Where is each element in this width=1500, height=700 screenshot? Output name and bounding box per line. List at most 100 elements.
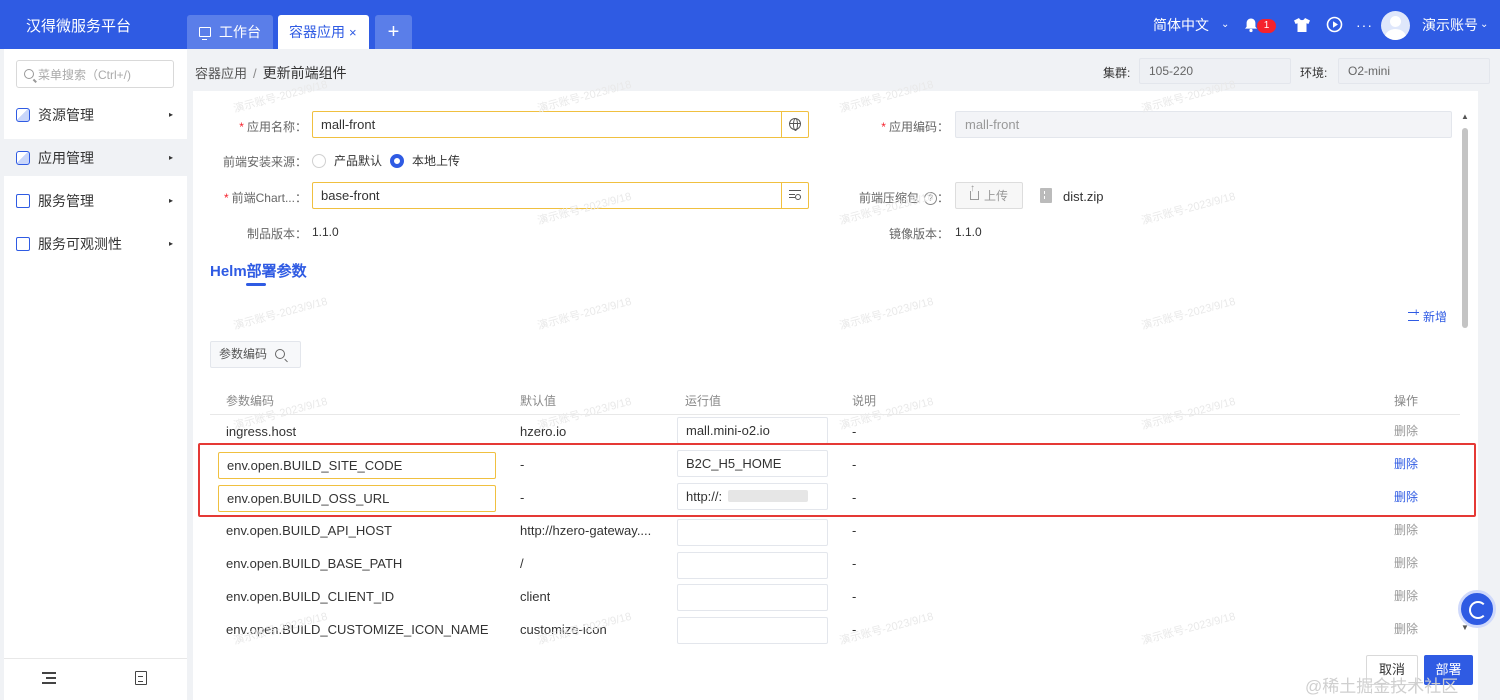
- param-code-input[interactable]: env.open.BUILD_OSS_URL: [218, 485, 496, 512]
- radio-product-default[interactable]: 产品默认: [312, 152, 382, 169]
- app-code-label: * 应用编码：: [881, 120, 949, 134]
- delete-button[interactable]: 删除: [1394, 547, 1418, 580]
- param-default: customize-icon: [520, 622, 607, 637]
- uploaded-file-name[interactable]: dist.zip: [1063, 189, 1103, 204]
- theme-icon[interactable]: [1293, 0, 1311, 49]
- env-label: 环境:: [1300, 66, 1328, 80]
- caret-right-icon: ▸: [168, 153, 173, 162]
- form-panel: * 应用名称： mall-front * 应用编码： mall-front 前端安装…: [193, 91, 1478, 700]
- play-icon[interactable]: [1326, 0, 1343, 49]
- globe-icon[interactable]: [781, 112, 808, 137]
- search-icon[interactable]: [275, 349, 285, 359]
- section-underline: [246, 283, 266, 286]
- search-icon: [24, 69, 34, 79]
- document-icon[interactable]: [135, 671, 147, 685]
- avatar[interactable]: [1381, 11, 1410, 40]
- site-watermark: @稀土掘金技术社区: [1305, 677, 1459, 696]
- menu-search-input[interactable]: 菜单搜索（Ctrl+/): [16, 60, 174, 88]
- breadcrumb: 容器应用 / 更新前端组件: [195, 63, 347, 83]
- add-tab-button[interactable]: +: [375, 15, 412, 49]
- more-icon[interactable]: ···: [1356, 0, 1373, 49]
- grid-icon: [16, 236, 30, 251]
- param-run-input[interactable]: [677, 519, 828, 546]
- upload-icon: [969, 183, 979, 200]
- param-desc: -: [852, 523, 857, 538]
- sidebar-item-service[interactable]: 服务管理 ▸: [4, 182, 187, 219]
- table-row: env.open.BUILD_CUSTOMIZE_ICON_NAME custo…: [210, 613, 1460, 646]
- scroll-up-arrow[interactable]: ▲: [1461, 112, 1469, 121]
- redacted-blur: [728, 490, 808, 502]
- table-row: env.open.BUILD_OSS_URL - http://: - 删除: [210, 481, 1460, 514]
- file-icon: [1040, 188, 1052, 203]
- param-code-input[interactable]: env.open.BUILD_SITE_CODE: [218, 452, 496, 479]
- radio-local-upload[interactable]: 本地上传: [390, 152, 460, 169]
- param-default: -: [520, 457, 525, 472]
- app-name-input[interactable]: mall-front: [312, 111, 809, 138]
- tab-container-app-label: 容器应用: [289, 24, 345, 40]
- param-desc: -: [852, 490, 857, 505]
- env-field: O2-mini: [1338, 58, 1490, 84]
- app-name-label: * 应用名称：: [239, 120, 307, 134]
- param-run-input[interactable]: [677, 617, 828, 644]
- sidebar-item-label: 服务可观测性: [38, 235, 122, 252]
- app-title: 汉得微服务平台: [26, 18, 132, 35]
- tab-workbench[interactable]: 工作台: [187, 15, 273, 49]
- caret-right-icon: ▸: [168, 110, 173, 119]
- table-row: env.open.BUILD_API_HOST http://hzero-gat…: [210, 514, 1460, 547]
- add-param-button[interactable]: 新增: [1408, 307, 1447, 325]
- param-default: /: [520, 556, 524, 571]
- breadcrumb-parent[interactable]: 容器应用: [195, 66, 247, 81]
- package-label: 前端压缩包?：: [858, 191, 949, 206]
- notification-badge: 1: [1257, 19, 1276, 33]
- sidebar-item-observability[interactable]: 服务可观测性 ▸: [4, 225, 187, 262]
- table-row: ingress.host hzero.io mall.mini-o2.io - …: [210, 415, 1460, 448]
- chart-input[interactable]: base-front: [312, 182, 809, 209]
- menu-search-placeholder: 菜单搜索（Ctrl+/): [38, 67, 132, 82]
- param-desc: -: [852, 589, 857, 604]
- param-run-input[interactable]: http://:: [677, 483, 828, 510]
- app-code-input: mall-front: [955, 111, 1452, 138]
- param-default: client: [520, 589, 551, 604]
- sidebar-item-application[interactable]: 应用管理 ▸: [4, 139, 187, 176]
- chat-help-icon[interactable]: [1458, 590, 1496, 628]
- page-title: 更新前端组件: [262, 65, 347, 81]
- delete-button[interactable]: 删除: [1394, 514, 1418, 547]
- delete-button[interactable]: 删除: [1394, 448, 1418, 481]
- param-run-input[interactable]: [677, 552, 828, 579]
- delete-button[interactable]: 删除: [1394, 613, 1418, 646]
- source-label: 前端安装来源：: [222, 155, 307, 169]
- delete-button[interactable]: 删除: [1394, 580, 1418, 613]
- grid-icon: [16, 193, 30, 208]
- param-code: env.open.BUILD_CLIENT_ID: [226, 589, 395, 604]
- param-run-input[interactable]: [677, 584, 828, 611]
- param-run-input[interactable]: mall.mini-o2.io: [677, 417, 828, 444]
- cube-icon: [16, 107, 30, 122]
- user-menu[interactable]: 演示账号 ⌄: [1422, 0, 1488, 49]
- upload-button[interactable]: 上传: [955, 182, 1023, 209]
- top-bar: 汉得微服务平台 工作台 容器应用 × + 简体中文 ⌄ 1 ··· 演示账号 ⌄: [0, 0, 1500, 49]
- param-desc: -: [852, 424, 857, 439]
- delete-button[interactable]: 删除: [1394, 481, 1418, 514]
- add-list-icon: [1408, 307, 1419, 321]
- sidebar-item-resource[interactable]: 资源管理 ▸: [4, 96, 187, 133]
- search-list-icon[interactable]: [781, 183, 808, 208]
- tab-workbench-label: 工作台: [219, 24, 261, 40]
- language-selector[interactable]: 简体中文 ⌄: [1153, 0, 1229, 49]
- param-desc: -: [852, 457, 857, 472]
- sidebar-item-label: 应用管理: [38, 149, 94, 166]
- collapse-menu-icon[interactable]: [42, 672, 56, 684]
- param-run-input[interactable]: B2C_H5_HOME: [677, 450, 828, 477]
- sidebar-item-label: 服务管理: [38, 192, 94, 209]
- param-code: ingress.host: [226, 424, 297, 439]
- scrollbar-thumb[interactable]: [1462, 128, 1468, 328]
- table-row: env.open.BUILD_BASE_PATH / - 删除: [210, 547, 1460, 580]
- caret-right-icon: ▸: [168, 239, 173, 248]
- param-desc: -: [852, 556, 857, 571]
- product-version-value: 1.1.0: [312, 225, 339, 239]
- param-desc: -: [852, 622, 857, 637]
- close-icon[interactable]: ×: [349, 25, 357, 40]
- tab-container-app[interactable]: 容器应用 ×: [278, 15, 369, 49]
- param-code: env.open.BUILD_CUSTOMIZE_ICON_NAME: [226, 622, 489, 637]
- delete-button[interactable]: 删除: [1394, 415, 1418, 448]
- param-filter-input[interactable]: 参数编码: [210, 341, 301, 368]
